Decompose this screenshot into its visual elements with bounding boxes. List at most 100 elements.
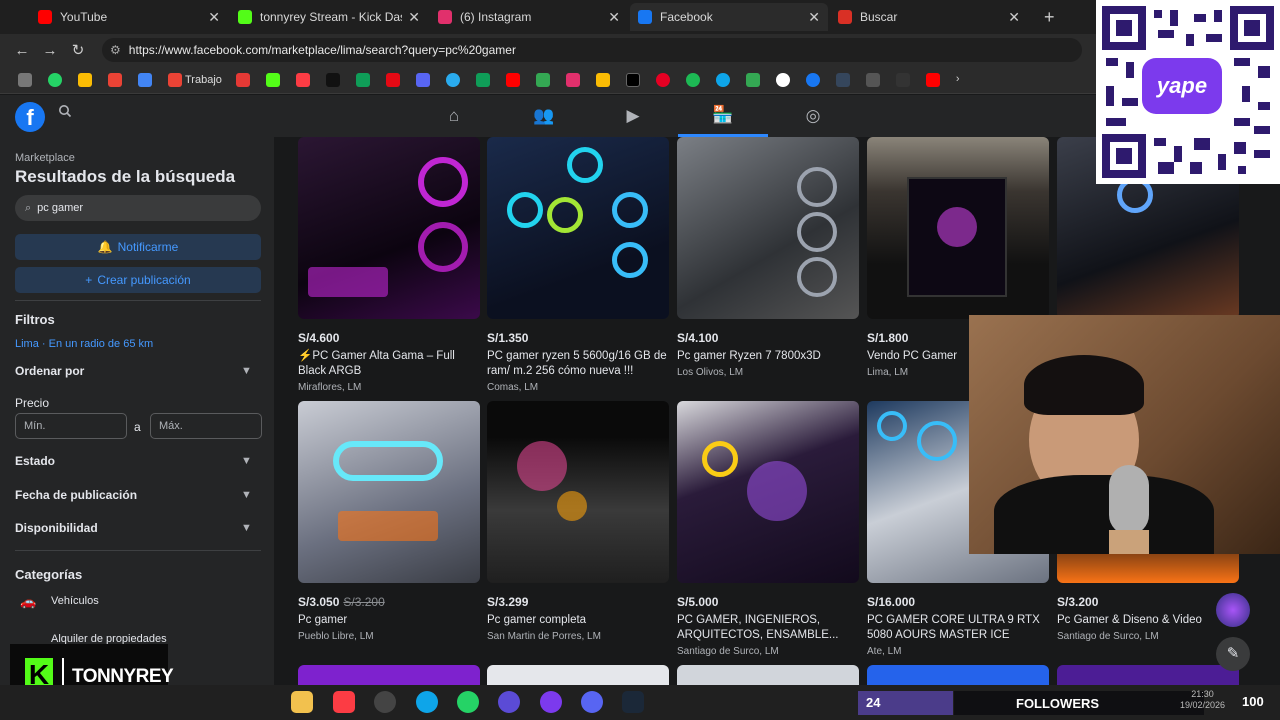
- state-filter[interactable]: Estado: [15, 454, 55, 468]
- sheets-icon[interactable]: [355, 72, 370, 87]
- discord-icon[interactable]: [415, 72, 430, 87]
- video-icon[interactable]: ▶: [588, 95, 678, 137]
- min-price-input[interactable]: Mín.: [15, 413, 127, 439]
- max-price-input[interactable]: Máx.: [150, 413, 262, 439]
- reload-icon[interactable]: ↻: [64, 41, 92, 59]
- site-info-icon[interactable]: ⚙: [110, 43, 121, 57]
- date-filter[interactable]: Fecha de publicación: [15, 488, 137, 502]
- listing-image[interactable]: [298, 401, 480, 583]
- docs-icon[interactable]: [138, 72, 152, 87]
- groups-icon[interactable]: ◎: [768, 95, 858, 137]
- search-icon[interactable]: [58, 104, 76, 122]
- listing-card[interactable]: S/1.350 PC gamer ryzen 5 5600g/16 GB de …: [487, 137, 669, 393]
- whatsapp-icon[interactable]: [48, 72, 62, 87]
- search-input[interactable]: ⌕ pc gamer: [15, 195, 261, 221]
- maps-icon[interactable]: [745, 72, 760, 87]
- music-icon[interactable]: [295, 72, 310, 87]
- telegram-icon[interactable]: [445, 72, 460, 87]
- address-bar[interactable]: ⚙ https://www.facebook.com/marketplace/li…: [102, 38, 1082, 62]
- new-tab-button[interactable]: +: [1044, 7, 1055, 28]
- listing-card[interactable]: S/4.100 Pc gamer Ryzen 7 7800x3D Los Oli…: [677, 137, 859, 378]
- listing-image[interactable]: [298, 665, 480, 685]
- bookmark-icon[interactable]: [18, 72, 32, 87]
- marketplace-icon[interactable]: 🏪: [678, 95, 768, 137]
- home-icon[interactable]: ⌂: [409, 95, 499, 137]
- discord-icon[interactable]: [581, 691, 603, 713]
- close-icon[interactable]: ✕: [408, 9, 420, 26]
- edge-icon[interactable]: [715, 72, 730, 87]
- youtube-icon[interactable]: [505, 72, 520, 87]
- close-icon[interactable]: ✕: [808, 9, 820, 26]
- app-icon[interactable]: [498, 691, 520, 713]
- facebook-icon[interactable]: [805, 72, 820, 87]
- listing-image[interactable]: [298, 137, 480, 319]
- listing-image[interactable]: [867, 137, 1049, 319]
- spotify-icon[interactable]: [685, 72, 700, 87]
- chevron-down-icon[interactable]: ▼: [241, 365, 252, 377]
- appletv-icon[interactable]: [325, 72, 340, 87]
- sheets-icon[interactable]: [475, 72, 490, 87]
- listing-image[interactable]: [867, 665, 1049, 685]
- chevron-down-icon[interactable]: ▼: [241, 522, 252, 534]
- listing-image[interactable]: [487, 137, 669, 319]
- breadcrumb[interactable]: Marketplace: [15, 152, 75, 164]
- location-filter[interactable]: Lima · En un radio de 65 km: [15, 338, 153, 350]
- music-icon[interactable]: [333, 691, 355, 713]
- edge-icon[interactable]: [416, 691, 438, 713]
- pinterest-icon[interactable]: [655, 72, 670, 87]
- friends-icon[interactable]: 👥: [499, 95, 589, 137]
- tab-buscar[interactable]: Buscar ✕: [830, 3, 1028, 31]
- close-icon[interactable]: ✕: [608, 9, 620, 26]
- sort-filter[interactable]: Ordenar por: [15, 364, 84, 378]
- listing-card[interactable]: S/3.299 Pc gamer completa San Martin de …: [487, 401, 669, 642]
- listing-image[interactable]: [487, 665, 669, 685]
- youtube-icon[interactable]: [925, 72, 940, 87]
- gmail-icon[interactable]: [108, 72, 122, 87]
- whatsapp-icon[interactable]: [457, 691, 479, 713]
- close-icon[interactable]: ✕: [208, 9, 220, 26]
- maps-icon[interactable]: [535, 72, 550, 87]
- listing-image[interactable]: [487, 401, 669, 583]
- kick-icon[interactable]: [265, 72, 280, 87]
- tumblr-icon[interactable]: [835, 72, 850, 87]
- netflix-icon[interactable]: [385, 72, 400, 87]
- listing-card[interactable]: S/5.000 PC GAMER, INGENIEROS, ARQUITECTO…: [677, 401, 859, 657]
- bookmark-trabajo[interactable]: Trabajo: [185, 74, 222, 86]
- tab-youtube[interactable]: YouTube ✕: [30, 3, 228, 31]
- drive-icon[interactable]: [78, 72, 92, 87]
- availability-filter[interactable]: Disponibilidad: [15, 521, 98, 535]
- listing-image[interactable]: [677, 137, 859, 319]
- listing-card[interactable]: S/3.050 S/3.200 Pc gamer Pueblo Libre, LM: [298, 401, 480, 642]
- tab-instagram[interactable]: (6) Instagram ✕: [430, 3, 628, 31]
- cloud-icon[interactable]: [895, 72, 910, 87]
- chevron-down-icon[interactable]: ▼: [241, 489, 252, 501]
- listing-image[interactable]: [677, 401, 859, 583]
- forward-icon[interactable]: →: [36, 42, 64, 59]
- facebook-logo-icon[interactable]: f: [15, 102, 45, 132]
- chevron-down-icon[interactable]: ▼: [241, 455, 252, 467]
- more-bookmarks-icon[interactable]: ›: [956, 73, 970, 87]
- tab-facebook[interactable]: Facebook ✕: [630, 3, 828, 31]
- create-listing-button[interactable]: + Crear publicación: [15, 267, 261, 293]
- category-vehicles[interactable]: Vehículos: [51, 595, 99, 607]
- listing-image[interactable]: [1057, 665, 1239, 685]
- calculator-icon[interactable]: [865, 72, 880, 87]
- pdf-icon[interactable]: [235, 72, 250, 87]
- notify-button[interactable]: 🔔 Notificarme: [15, 234, 261, 260]
- avatar[interactable]: [1216, 593, 1250, 627]
- listing-card[interactable]: S/4.600 ⚡PC Gamer Alta Gama – Full Black…: [298, 137, 480, 393]
- app-icon[interactable]: [540, 691, 562, 713]
- listing-image[interactable]: [677, 665, 859, 685]
- gmail-icon[interactable]: [168, 72, 182, 87]
- compose-icon[interactable]: ✎: [1216, 637, 1250, 671]
- x-icon[interactable]: [625, 72, 640, 87]
- close-icon[interactable]: ✕: [1008, 9, 1020, 26]
- tab-kick-dashboard[interactable]: tonnyrey Stream - Kick Dashboard✕: [230, 3, 428, 31]
- instagram-icon[interactable]: [565, 72, 580, 87]
- steam-icon[interactable]: [622, 691, 644, 713]
- threads-icon[interactable]: [775, 72, 790, 87]
- obs-icon[interactable]: [374, 691, 396, 713]
- back-icon[interactable]: ←: [8, 42, 36, 59]
- file-explorer-icon[interactable]: [291, 691, 313, 713]
- keep-icon[interactable]: [595, 72, 610, 87]
